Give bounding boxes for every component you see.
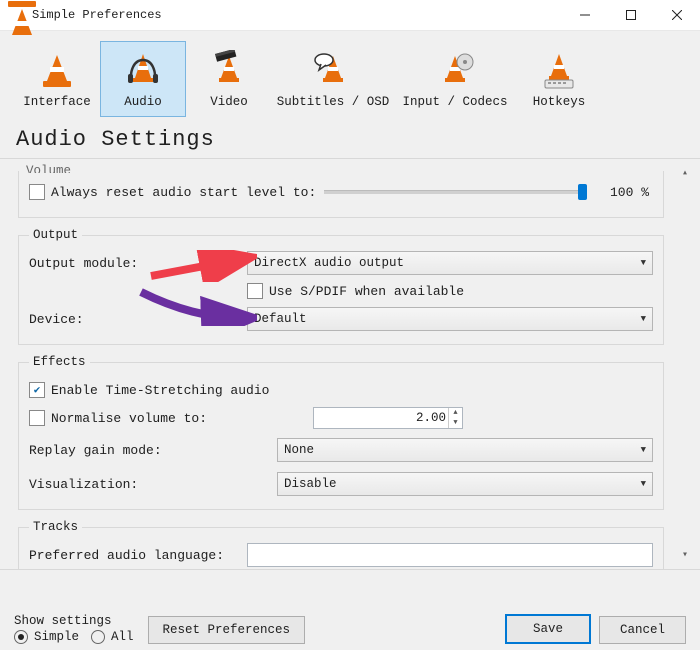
visualization-combo[interactable]: Disable ▼ <box>277 472 653 496</box>
scroll-up-icon[interactable]: ▴ <box>676 165 694 181</box>
effects-group: Effects Enable Time-Stretching audio Nor… <box>18 355 664 510</box>
tracks-group: Tracks Preferred audio language: Submit … <box>18 520 664 569</box>
device-value: Default <box>254 312 307 326</box>
spin-up-icon[interactable]: ▲ <box>448 408 462 418</box>
tab-label: Input / Codecs <box>402 95 507 109</box>
timestretch-label: Enable Time-Stretching audio <box>51 383 269 398</box>
visualization-value: Disable <box>284 477 337 491</box>
output-module-value: DirectX audio output <box>254 256 404 270</box>
device-label: Device: <box>29 312 247 327</box>
reset-audio-level-checkbox[interactable] <box>29 184 45 200</box>
preferred-language-label: Preferred audio language: <box>29 548 247 563</box>
normalise-value: 2.00 <box>416 411 446 425</box>
tab-label: Hotkeys <box>533 95 586 109</box>
reset-audio-level-label: Always reset audio start level to: <box>51 185 316 200</box>
spdif-checkbox[interactable] <box>247 283 263 299</box>
replay-gain-value: None <box>284 443 314 457</box>
tab-audio[interactable]: Audio <box>100 41 186 117</box>
chevron-down-icon: ▼ <box>641 314 646 324</box>
output-group: Output Output module: DirectX audio outp… <box>18 228 664 345</box>
maximize-button[interactable] <box>608 0 654 30</box>
radio-all-label: All <box>111 630 134 644</box>
tab-video[interactable]: Video <box>186 41 272 117</box>
tracks-legend: Tracks <box>29 520 82 534</box>
chevron-down-icon: ▼ <box>641 479 646 489</box>
reset-preferences-button[interactable]: Reset Preferences <box>148 616 306 644</box>
cone-icon <box>43 49 71 91</box>
settings-scroll-area: Volume Always reset audio start level to… <box>12 159 670 569</box>
minimize-button[interactable] <box>562 0 608 30</box>
speech-cone-icon <box>313 49 353 91</box>
replay-gain-label: Replay gain mode: <box>29 443 277 458</box>
scroll-down-icon[interactable]: ▾ <box>676 547 694 563</box>
radio-simple[interactable] <box>14 630 28 644</box>
chevron-down-icon: ▼ <box>641 258 646 268</box>
footer: Show settings Simple All Reset Preferenc… <box>0 580 700 650</box>
tab-label: Video <box>210 95 248 109</box>
close-button[interactable] <box>654 0 700 30</box>
keyboard-cone-icon <box>539 49 579 91</box>
output-module-combo[interactable]: DirectX audio output ▼ <box>247 251 653 275</box>
audio-level-slider[interactable] <box>324 183 587 201</box>
page-title: Audio Settings <box>0 123 700 158</box>
scrollbar[interactable]: ▴ ▾ <box>676 165 694 563</box>
replay-gain-combo[interactable]: None ▼ <box>277 438 653 462</box>
output-module-label: Output module: <box>29 256 247 271</box>
spdif-label: Use S/PDIF when available <box>269 284 464 299</box>
tab-label: Audio <box>124 95 162 109</box>
show-settings-label: Show settings <box>14 614 134 628</box>
headphones-cone-icon <box>123 49 163 91</box>
window-title: Simple Preferences <box>32 8 562 22</box>
normalise-spinner[interactable]: 2.00 ▲▼ <box>313 407 463 429</box>
output-legend: Output <box>29 228 82 242</box>
radio-simple-label: Simple <box>34 630 79 644</box>
tab-subtitles[interactable]: Subtitles / OSD <box>272 41 394 117</box>
normalise-checkbox[interactable] <box>29 410 45 426</box>
cancel-button[interactable]: Cancel <box>599 616 686 644</box>
spin-down-icon[interactable]: ▼ <box>448 418 462 428</box>
tab-label: Subtitles / OSD <box>277 95 390 109</box>
category-tabs: Interface Audio Video Subtitles / OSD In… <box>0 31 700 123</box>
audio-level-percent: 100 % <box>595 185 653 200</box>
disc-cone-icon <box>435 49 475 91</box>
tab-label: Interface <box>23 95 91 109</box>
titlebar: Simple Preferences <box>0 0 700 31</box>
app-icon <box>8 7 24 23</box>
effects-legend: Effects <box>29 355 90 369</box>
timestretch-checkbox[interactable] <box>29 382 45 398</box>
device-combo[interactable]: Default ▼ <box>247 307 653 331</box>
tab-hotkeys[interactable]: Hotkeys <box>516 41 602 117</box>
tab-interface[interactable]: Interface <box>14 41 100 117</box>
clapper-cone-icon <box>209 49 249 91</box>
tab-input-codecs[interactable]: Input / Codecs <box>394 41 516 117</box>
normalise-label: Normalise volume to: <box>51 411 313 426</box>
radio-all[interactable] <box>91 630 105 644</box>
chevron-down-icon: ▼ <box>641 445 646 455</box>
save-button[interactable]: Save <box>505 614 591 644</box>
preferred-language-input[interactable] <box>247 543 653 567</box>
visualization-label: Visualization: <box>29 477 277 492</box>
